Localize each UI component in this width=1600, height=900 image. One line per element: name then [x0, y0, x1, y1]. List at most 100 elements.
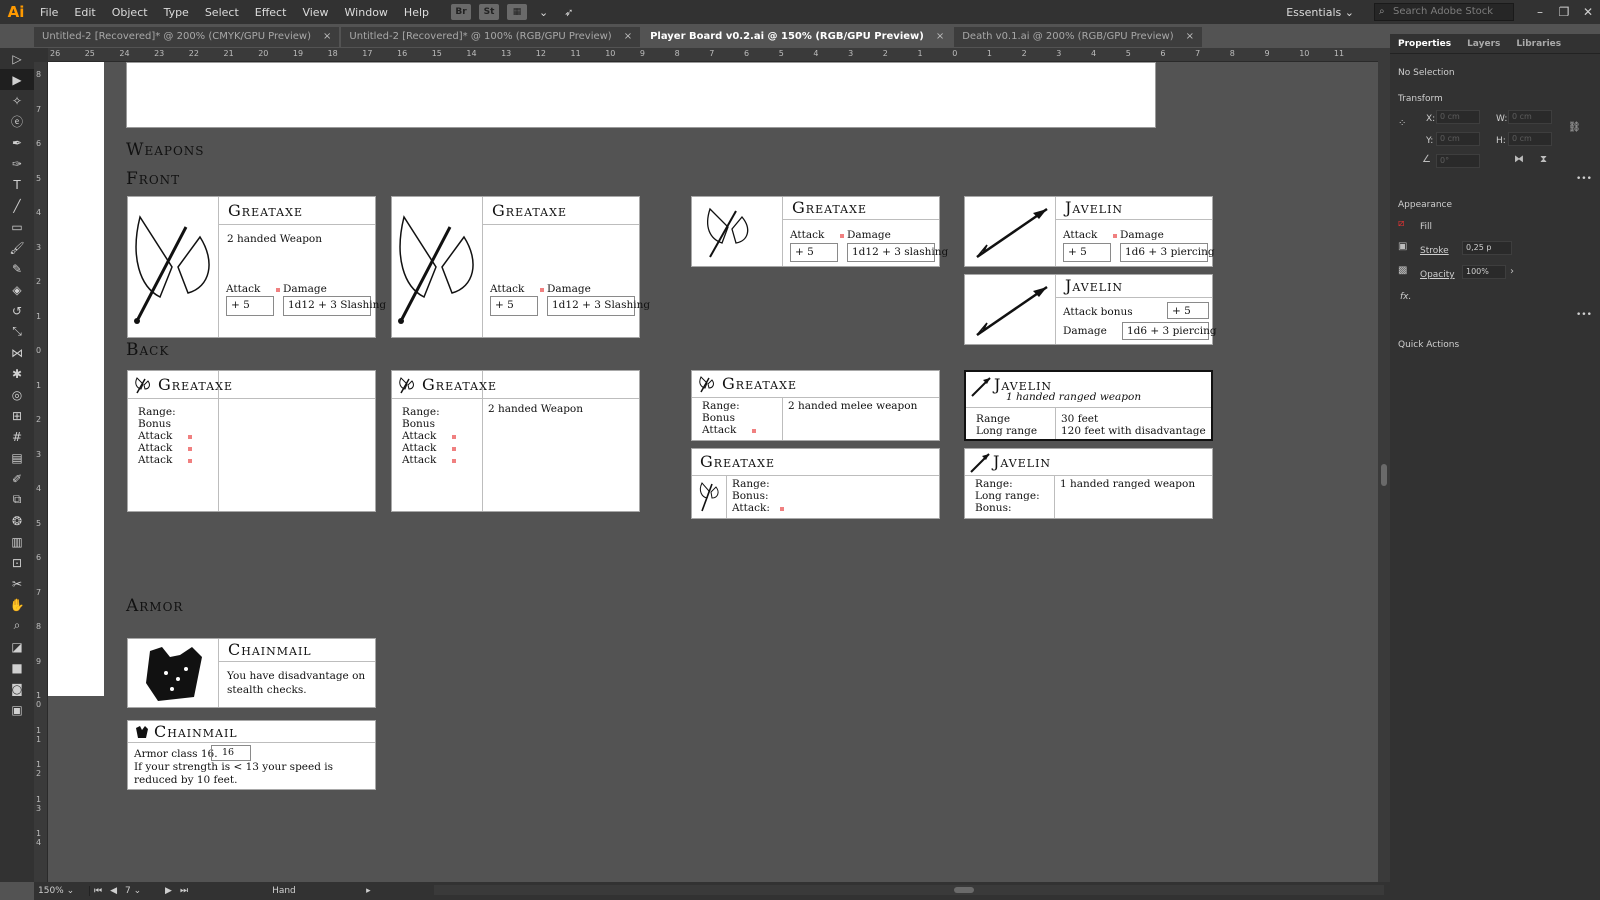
- more-options-icon[interactable]: •••: [1576, 310, 1592, 320]
- zoom-tool-icon[interactable]: ⌕: [0, 615, 34, 636]
- x-field[interactable]: 0 cm: [1436, 110, 1480, 124]
- close-tab-icon[interactable]: ×: [624, 31, 632, 47]
- fill-swatch-icon[interactable]: ⧄: [1398, 218, 1404, 229]
- tab-layers[interactable]: Layers: [1459, 34, 1508, 53]
- tab-libraries[interactable]: Libraries: [1508, 34, 1569, 53]
- doc-tab[interactable]: Death v0.1.ai @ 200% (RGB/GPU Preview) ×: [954, 27, 1203, 47]
- eraser-tool-icon[interactable]: ◈: [0, 279, 34, 300]
- weapon-card-greataxe-front[interactable]: Greataxe Attack Damage + 5 1d12 + 3 Slas…: [391, 196, 650, 338]
- eyedropper-tool-icon[interactable]: ✐: [0, 468, 34, 489]
- arrange-documents-icon[interactable]: ▦: [507, 4, 527, 20]
- weapon-card-greataxe-compact[interactable]: Greataxe Attack Damage + 5 1d12 + 3 slas…: [691, 196, 948, 267]
- first-artboard-icon[interactable]: ⏮: [94, 886, 102, 896]
- close-window-button[interactable]: ✕: [1576, 0, 1600, 24]
- armor-card-chainmail-front[interactable]: Chainmail You have disadvantage on steal…: [127, 638, 376, 708]
- y-field[interactable]: 0 cm: [1436, 132, 1480, 146]
- weapon-card-greataxe-back-compact[interactable]: Greataxe Range: Bonus Attack 2 handed me…: [691, 370, 940, 441]
- armor-card-chainmail-back[interactable]: Chainmail Armor class 16. 16 If your str…: [127, 720, 376, 790]
- menu-effect[interactable]: Effect: [247, 6, 295, 19]
- weapon-card-javelin-front-alt[interactable]: Javelin Attack bonus + 5 Damage 1d6 + 3 …: [964, 274, 1217, 345]
- stock-search-input[interactable]: ⌕ Search Adobe Stock: [1374, 3, 1514, 21]
- close-tab-icon[interactable]: ×: [1186, 31, 1194, 47]
- stroke-swatch-icon[interactable]: ▣: [1398, 241, 1407, 252]
- opacity-field[interactable]: 100%: [1462, 265, 1506, 279]
- weapon-card-javelin-back-variant[interactable]: Javelin Range: Long range: Bonus: 1 hand…: [964, 448, 1213, 519]
- artboard-number[interactable]: 7 ⌄: [121, 886, 161, 896]
- drawing-mode-icon[interactable]: ◙: [0, 678, 34, 699]
- workspace-switcher[interactable]: Essentials ⌄: [1286, 6, 1354, 19]
- next-artboard-icon[interactable]: ▶: [165, 886, 172, 896]
- angle-field[interactable]: 0°: [1436, 154, 1480, 168]
- weapon-card-javelin-back[interactable]: Javelin 1 handed ranged weapon Range Lon…: [964, 370, 1213, 441]
- menu-window[interactable]: Window: [337, 6, 396, 19]
- selection-tool-icon[interactable]: ▷: [0, 48, 34, 69]
- puppet-warp-tool-icon[interactable]: ✱: [0, 363, 34, 384]
- blend-tool-icon[interactable]: ⧉: [0, 489, 34, 510]
- mesh-tool-icon[interactable]: #: [0, 426, 34, 447]
- direct-selection-tool-icon[interactable]: ▶: [0, 69, 34, 90]
- stroke-weight-field[interactable]: 0,25 p: [1462, 241, 1512, 255]
- line-tool-icon[interactable]: ╱: [0, 195, 34, 216]
- close-tab-icon[interactable]: ×: [936, 31, 944, 47]
- scroll-thumb[interactable]: [954, 887, 974, 893]
- lasso-tool-icon[interactable]: ⓔ: [0, 111, 34, 132]
- status-menu-icon[interactable]: ▸: [366, 886, 371, 896]
- height-field[interactable]: 0 cm: [1508, 132, 1552, 146]
- flip-horizontal-icon[interactable]: ⧓: [1514, 154, 1524, 165]
- effects-icon[interactable]: fx.: [1400, 292, 1411, 302]
- menu-edit[interactable]: Edit: [66, 6, 103, 19]
- menu-view[interactable]: View: [294, 6, 336, 19]
- paintbrush-tool-icon[interactable]: 🖌: [0, 237, 34, 258]
- artboard-tool-icon[interactable]: ⊡: [0, 552, 34, 573]
- shaper-tool-icon[interactable]: ✎: [0, 258, 34, 279]
- symbol-sprayer-tool-icon[interactable]: ❂: [0, 510, 34, 531]
- doc-tab[interactable]: Untitled-2 [Recovered]* @ 100% (RGB/GPU …: [341, 27, 641, 47]
- chevron-down-icon[interactable]: ⌄: [531, 6, 556, 19]
- doc-tab[interactable]: Untitled-2 [Recovered]* @ 200% (CMYK/GPU…: [34, 27, 340, 47]
- menu-file[interactable]: File: [32, 6, 66, 19]
- bridge-button[interactable]: Br: [451, 4, 471, 20]
- weapon-card-greataxe-back-variant[interactable]: Greataxe Range: Bonus: Attack:: [691, 448, 940, 519]
- vertical-scrollbar[interactable]: [1378, 48, 1390, 882]
- zoom-level[interactable]: 150% ⌄: [34, 886, 90, 896]
- color-mode-icon[interactable]: ■: [0, 657, 34, 678]
- doc-tab-active[interactable]: Player Board v0.2.ai @ 150% (RGB/GPU Pre…: [642, 27, 953, 47]
- screen-mode-icon[interactable]: ▣: [0, 699, 34, 720]
- slice-tool-icon[interactable]: ✂: [0, 573, 34, 594]
- reference-point-icon[interactable]: ⁘: [1398, 118, 1406, 129]
- type-tool-icon[interactable]: T: [0, 174, 34, 195]
- close-tab-icon[interactable]: ×: [323, 31, 331, 47]
- flip-vertical-icon[interactable]: ⧗: [1540, 154, 1547, 165]
- scale-tool-icon[interactable]: ⤡: [0, 321, 34, 342]
- tab-properties[interactable]: Properties: [1390, 34, 1459, 53]
- fill-stroke-swatch-icon[interactable]: ◪: [0, 636, 34, 657]
- menu-help[interactable]: Help: [396, 6, 437, 19]
- magic-wand-tool-icon[interactable]: ✧: [0, 90, 34, 111]
- stock-button[interactable]: St: [479, 4, 499, 20]
- weapon-card-greataxe-front[interactable]: Greataxe 2 handed Weapon Attack Damage +…: [127, 196, 386, 338]
- column-graph-tool-icon[interactable]: ▥: [0, 531, 34, 552]
- rotate-tool-icon[interactable]: ↺: [0, 300, 34, 321]
- prev-artboard-icon[interactable]: ◀: [110, 886, 117, 896]
- width-field[interactable]: 0 cm: [1508, 110, 1552, 124]
- gpu-performance-icon[interactable]: ➶: [556, 6, 581, 19]
- weapon-card-javelin-front[interactable]: Javelin Attack Damage + 5 1d6 + 3 pierci…: [964, 196, 1215, 267]
- width-tool-icon[interactable]: ⋈: [0, 342, 34, 363]
- opacity-label[interactable]: Opacity: [1420, 270, 1455, 280]
- pen-tool-icon[interactable]: ✒: [0, 132, 34, 153]
- last-artboard-icon[interactable]: ⏭: [180, 886, 188, 896]
- shape-builder-tool-icon[interactable]: ◎: [0, 384, 34, 405]
- gradient-tool-icon[interactable]: ▤: [0, 447, 34, 468]
- restore-button[interactable]: ❐: [1552, 0, 1576, 24]
- minimize-button[interactable]: –: [1528, 0, 1552, 24]
- scroll-thumb[interactable]: [1381, 464, 1387, 486]
- chevron-right-icon[interactable]: ›: [1510, 266, 1514, 277]
- horizontal-scrollbar[interactable]: [434, 885, 1384, 895]
- canvas[interactable]: Weapons Front Back Armor Greataxe 2 hand…: [48, 62, 1378, 882]
- weapon-card-greataxe-back[interactable]: Greataxe Range: Bonus Attack Attack Atta…: [391, 370, 640, 512]
- perspective-grid-tool-icon[interactable]: ⊞: [0, 405, 34, 426]
- menu-type[interactable]: Type: [156, 6, 197, 19]
- menu-select[interactable]: Select: [197, 6, 247, 19]
- weapon-card-greataxe-back[interactable]: Greataxe Range: Bonus Attack Attack Atta…: [127, 370, 376, 512]
- constrain-proportions-icon[interactable]: ⛓: [1568, 122, 1581, 133]
